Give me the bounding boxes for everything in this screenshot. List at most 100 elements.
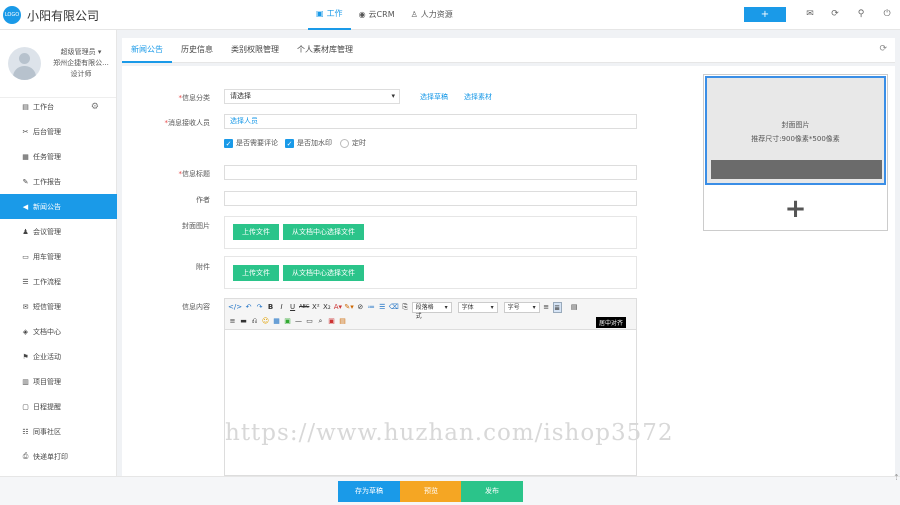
comment-checkbox[interactable]: ✓ 是否需要评论 — [224, 138, 278, 148]
cover-doc-center-button[interactable]: 从文档中心选择文件 — [283, 224, 364, 240]
editor-content-area[interactable] — [225, 330, 636, 475]
font-size-select[interactable]: 字号 ▾ — [503, 302, 540, 313]
sidebar-item-workbench[interactable]: ▤ 工作台 ⚙ — [0, 94, 117, 119]
preview-button[interactable]: 预览 — [400, 481, 462, 502]
superscript-icon[interactable]: X² — [311, 302, 320, 313]
title-input[interactable] — [224, 165, 637, 180]
sidebar-item-projects[interactable]: ▥ 项目管理 — [0, 369, 117, 394]
gear-icon[interactable]: ⚙ — [91, 102, 99, 112]
sms-icon: ✉ — [22, 302, 29, 311]
scroll-top-icon[interactable]: ⇡ — [893, 473, 900, 483]
italic-icon[interactable]: I — [277, 302, 286, 313]
sidebar-item-workflow[interactable]: ☰ 工作流程 — [0, 269, 117, 294]
sidebar-menu: ▤ 工作台 ⚙ ✂ 后台管理 ▦ 任务管理 ✎ 工作报告 ◀ 新闻公告 ♟ 会议管理 ▭ 用车管… — [0, 102, 117, 469]
avatar[interactable] — [8, 47, 41, 80]
add-button[interactable]: + — [744, 7, 786, 22]
sidebar-item-tasks[interactable]: ▦ 任务管理 — [0, 144, 117, 169]
underline-icon[interactable]: U — [288, 302, 297, 313]
publish-button[interactable]: 发布 — [461, 481, 523, 502]
sidebar-item-label: 新闻公告 — [33, 202, 61, 211]
paste-text-icon[interactable]: ⌫ — [389, 302, 399, 313]
ordered-list-icon[interactable]: ≔ — [367, 302, 376, 313]
cover-upload-button[interactable]: 上传文件 — [233, 224, 279, 240]
tab-bar: 新闻公告 历史信息 类别权限管理 个人素材库管理 ⟳ — [122, 38, 895, 63]
tab-category-permissions[interactable]: 类别权限管理 — [222, 38, 288, 63]
attachment-upload-button[interactable]: 上传文件 — [233, 265, 279, 281]
sidebar-item-meetings[interactable]: ♟ 会议管理 — [0, 219, 117, 244]
copy-format-icon[interactable]: ⎘ — [401, 302, 410, 313]
mail-icon[interactable]: ✉ — [804, 8, 816, 20]
clear-format-icon[interactable]: ⊘ — [356, 302, 365, 313]
sidebar: 超级管理员 ▾ 郑州企捷有限公... 设计师 ▤ 工作台 ⚙ ✂ 后台管理 ▦ 任务管理… — [0, 30, 117, 505]
table-icon[interactable]: ▦ — [272, 316, 281, 327]
attachment-doc-center-button[interactable]: 从文档中心选择文件 — [283, 265, 364, 281]
bold-icon[interactable]: B — [266, 302, 275, 313]
justify-icon[interactable]: ≡ — [228, 316, 237, 327]
tab-history[interactable]: 历史信息 — [172, 38, 222, 63]
select-draft-link[interactable]: 选择草稿 — [420, 92, 448, 102]
sidebar-item-schedule[interactable]: ▢ 日程提醒 — [0, 394, 117, 419]
emoji-icon[interactable]: ☺ — [261, 316, 270, 327]
sidebar-item-label: 会议管理 — [33, 227, 61, 236]
sidebar-item-events[interactable]: ⚑ 企业活动 — [0, 344, 117, 369]
timed-checkbox[interactable]: 定时 — [340, 138, 366, 148]
unordered-list-icon[interactable]: ☰ — [378, 302, 387, 313]
editor-toolbar: </> ↶ ↷ B I U ABC X² X₂ A▾ ✎▾ ⊘ ≔ ☰ ⌫ ⎘ … — [225, 299, 636, 330]
add-cover-button[interactable]: + — [704, 189, 887, 230]
horizontal-rule-icon[interactable]: ▬ — [239, 316, 248, 327]
sidebar-item-express[interactable]: ⎙ 快递单打印 — [0, 444, 117, 469]
author-input[interactable] — [224, 191, 637, 206]
category-select[interactable]: 请选择 ▾ — [224, 89, 400, 104]
refresh-icon[interactable]: ⟳ — [879, 44, 887, 54]
attachment-icon[interactable]: ▤ — [338, 316, 347, 327]
sidebar-item-docs[interactable]: ◈ 文档中心 — [0, 319, 117, 344]
rich-text-editor: </> ↶ ↷ B I U ABC X² X₂ A▾ ✎▾ ⊘ ≔ ☰ ⌫ ⎘ … — [224, 298, 637, 476]
align-center-icon[interactable]: ≣ — [552, 302, 562, 313]
sidebar-item-admin[interactable]: ✂ 后台管理 — [0, 119, 117, 144]
sidebar-item-label: 文档中心 — [33, 327, 61, 336]
sidebar-item-sms[interactable]: ✉ 短信管理 — [0, 294, 117, 319]
sidebar-item-news[interactable]: ◀ 新闻公告 — [0, 194, 117, 219]
receivers-field[interactable]: 选择人员 — [224, 114, 637, 129]
source-code-icon[interactable]: </> — [228, 302, 242, 313]
sidebar-item-vehicles[interactable]: ▭ 用车管理 — [0, 244, 117, 269]
tab-news[interactable]: 新闻公告 — [122, 38, 172, 63]
font-family-select[interactable]: 字体 ▾ — [457, 302, 498, 313]
user-role[interactable]: 超级管理员 ▾ — [46, 47, 116, 58]
topnav-crm[interactable]: ◉ 云CRM — [351, 0, 403, 30]
edit-icon: ✎ — [22, 177, 29, 186]
print-icon[interactable]: ▭ — [305, 316, 314, 327]
topnav-work[interactable]: ▣ 工作 — [308, 0, 351, 30]
cover-preview-image[interactable]: 封面图片 推荐尺寸:900像素*500像素 — [705, 76, 886, 185]
cover-preview-bar — [711, 160, 882, 179]
image-icon[interactable]: ▣ — [283, 316, 292, 327]
select-material-link[interactable]: 选择素材 — [464, 92, 492, 102]
paragraph-format-select[interactable]: 段落格式 ▾ — [411, 302, 452, 320]
topnav-hr[interactable]: ♙ 人力资源 — [403, 0, 461, 30]
divider-icon[interactable]: — — [294, 316, 303, 327]
save-draft-button[interactable]: 存为草稿 — [338, 481, 400, 502]
link-icon[interactable]: ⎌ — [250, 316, 259, 327]
undo-icon[interactable]: ↶ — [244, 302, 253, 313]
power-icon[interactable]: ⏻ — [881, 8, 893, 20]
sidebar-item-reports[interactable]: ✎ 工作报告 — [0, 169, 117, 194]
refresh-icon[interactable]: ⟳ — [829, 8, 841, 20]
tools-icon: ✂ — [22, 127, 29, 136]
bulb-icon[interactable]: ⚲ — [855, 8, 867, 20]
search-icon[interactable]: ⌕ — [316, 316, 325, 327]
print-icon: ⎙ — [22, 452, 29, 460]
highlight-icon[interactable]: ✎▾ — [344, 302, 353, 313]
redo-icon[interactable]: ↷ — [255, 302, 264, 313]
template-icon[interactable]: ▣ — [327, 316, 336, 327]
sidebar-item-community[interactable]: ☷ 同事社区 — [0, 419, 117, 444]
font-color-icon[interactable]: A▾ — [333, 302, 342, 313]
sidebar-item-label: 企业活动 — [33, 352, 61, 361]
align-left-icon[interactable]: ≡ — [542, 302, 551, 313]
strikethrough-icon[interactable]: ABC — [299, 302, 309, 313]
watermark-checkbox[interactable]: ✓ 是否加水印 — [285, 138, 332, 148]
tab-personal-materials[interactable]: 个人素材库管理 — [288, 38, 362, 63]
align-right-icon[interactable]: ▤ — [570, 302, 579, 313]
align-center-tooltip: 居中对齐 — [596, 317, 627, 328]
cover-upload-panel: 上传文件 从文档中心选择文件 — [224, 216, 637, 249]
subscript-icon[interactable]: X₂ — [322, 302, 331, 313]
